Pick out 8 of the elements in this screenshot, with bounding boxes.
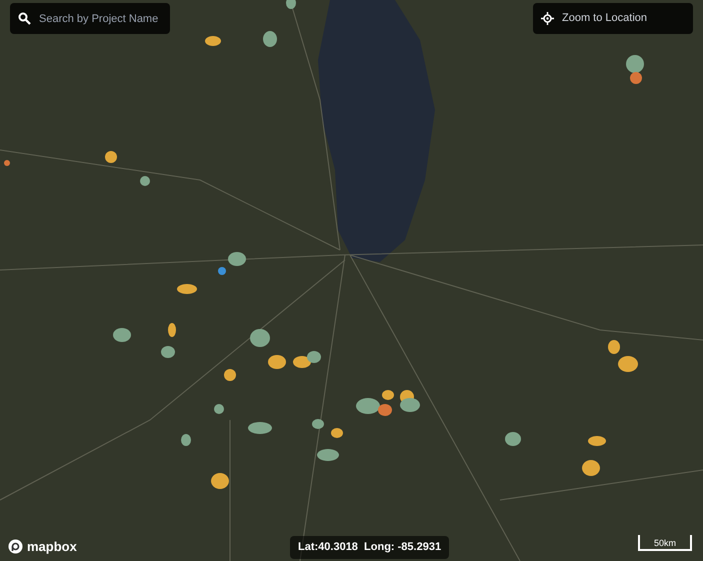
mapbox-logo-icon — [8, 539, 23, 554]
zoom-to-location-button[interactable]: Zoom to Location — [533, 3, 693, 34]
scale-bar: 50km — [638, 535, 692, 551]
mapbox-logo-text[interactable]: mapbox — [27, 537, 77, 556]
search-field[interactable]: Search by Project Name — [10, 3, 170, 34]
search-icon — [18, 12, 31, 25]
coordinates-readout: Lat:40.3018 Long: -85.2931 — [290, 536, 450, 558]
crosshair-icon — [541, 12, 554, 25]
